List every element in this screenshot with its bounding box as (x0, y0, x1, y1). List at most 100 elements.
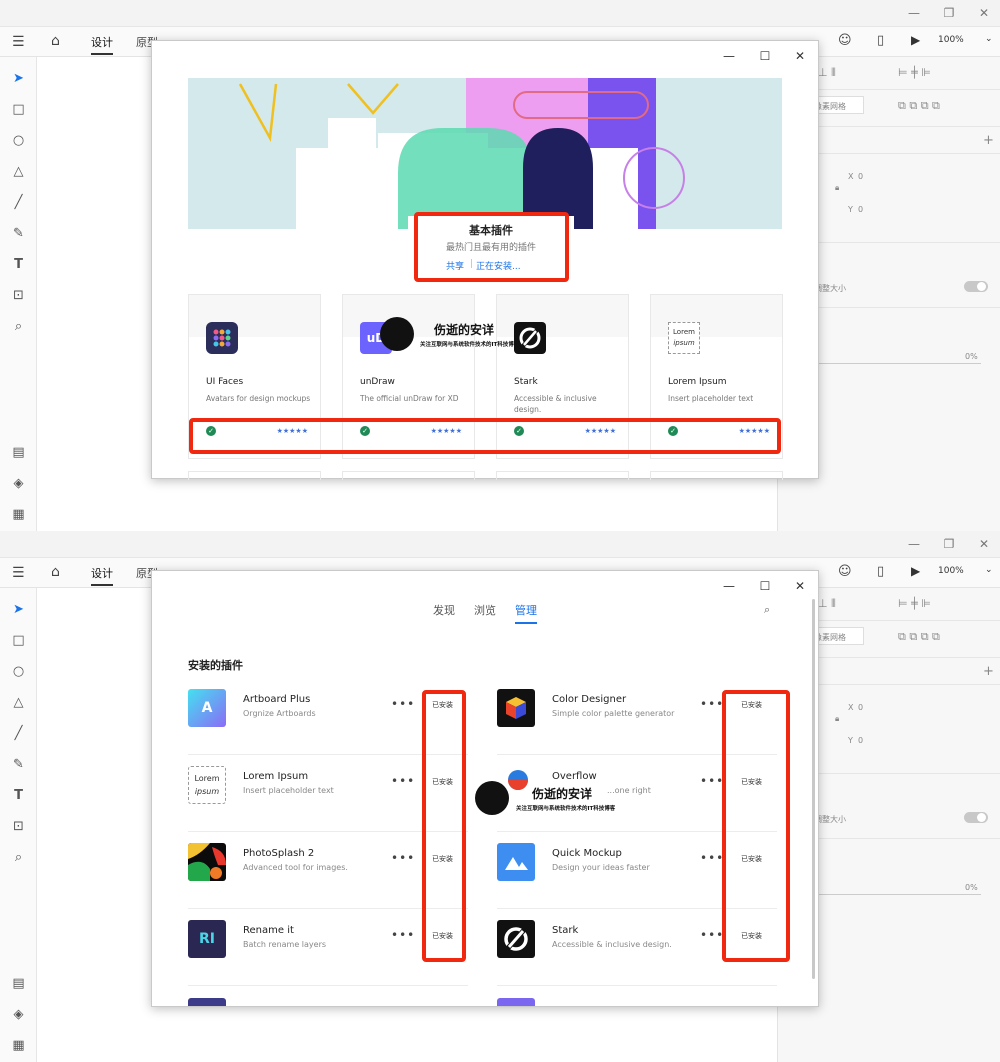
tool-bar: ➤ □ ○ △ ╱ ✎ T ⊡ ⌕ ▤ ◈ ▦ (0, 588, 37, 1062)
resize-toggle[interactable] (964, 281, 988, 292)
artboard-tool-icon[interactable]: ⊡ (11, 819, 26, 834)
tab-design[interactable]: 设计 (91, 34, 113, 55)
triangle-tool-icon[interactable]: △ (11, 164, 26, 179)
text-tool-icon[interactable]: T (11, 257, 26, 272)
search-icon[interactable]: ⌕ (764, 603, 770, 617)
plugin-desc: Design your ideas faster (552, 863, 650, 872)
boolean-ops-icon[interactable]: ⧉ ⧉ ⧉ ⧉ (898, 99, 940, 113)
play-icon[interactable]: ▶ (911, 33, 920, 47)
dialog-minimize-icon[interactable]: — (722, 579, 736, 593)
dialog-maximize-icon[interactable]: ☐ (758, 579, 772, 593)
title-bar: — ❐ ✕ (0, 0, 1000, 27)
lock-icon[interactable]: 🔒︎ (835, 183, 839, 193)
restore-icon[interactable]: ❐ (941, 5, 957, 21)
y-label: Y (848, 736, 853, 745)
plugin-name: Artboard Plus (243, 694, 311, 705)
line-tool-icon[interactable]: ╱ (11, 726, 26, 741)
plugin-name: Rename it (243, 925, 294, 936)
pen-tool-icon[interactable]: ✎ (11, 757, 26, 772)
distribute-icon[interactable]: ⊨ ╪ ⊫ (898, 66, 931, 79)
add-icon[interactable]: + (983, 133, 994, 148)
home-icon[interactable]: ⌂ (51, 33, 60, 49)
layers-icon[interactable]: ◈ (11, 476, 26, 491)
opacity-value[interactable]: 0% (965, 883, 978, 892)
watermark-subtitle: 关注互联网与系统软件技术的IT科技博客 (420, 342, 520, 348)
minimize-icon[interactable]: — (906, 536, 922, 552)
user-icon[interactable]: ☺ (838, 33, 852, 48)
zoom-level[interactable]: 100% (938, 566, 964, 576)
play-icon[interactable]: ▶ (911, 564, 920, 578)
select-tool-icon[interactable]: ➤ (11, 71, 26, 86)
plugins-icon[interactable]: ▦ (11, 1038, 26, 1053)
boolean-ops-icon[interactable]: ⧉ ⧉ ⧉ ⧉ (898, 630, 940, 644)
plugin-name: Stark (552, 925, 579, 936)
assets-icon[interactable]: ▤ (11, 976, 26, 991)
home-icon[interactable]: ⌂ (51, 564, 60, 580)
stark-icon (497, 920, 535, 958)
lock-icon[interactable]: 🔒︎ (835, 714, 839, 724)
hamburger-menu-icon[interactable]: ☰ (12, 34, 25, 50)
triangle-tool-icon[interactable]: △ (11, 695, 26, 710)
more-options-icon[interactable]: ••• (700, 928, 724, 942)
card-desc: The official unDraw for XD (360, 394, 459, 403)
tab-design[interactable]: 设计 (91, 565, 113, 586)
hamburger-menu-icon[interactable]: ☰ (12, 565, 25, 581)
user-icon[interactable]: ☺ (838, 564, 852, 579)
zoom-level[interactable]: 100% (938, 35, 964, 45)
plugin-name: Quick Mockup (552, 848, 622, 859)
distribute-icon[interactable]: ⊨ ╪ ⊫ (898, 597, 931, 610)
resize-toggle[interactable] (964, 812, 988, 823)
close-icon[interactable]: ✕ (976, 5, 992, 21)
minimize-icon[interactable]: — (906, 5, 922, 21)
section-title: 安装的插件 (188, 659, 243, 672)
y-value[interactable]: 0 (858, 736, 863, 745)
more-options-icon[interactable]: ••• (700, 851, 724, 865)
dialog-maximize-icon[interactable]: ☐ (758, 49, 772, 63)
dialog-minimize-icon[interactable]: — (722, 49, 736, 63)
assets-icon[interactable]: ▤ (11, 445, 26, 460)
tab-manage[interactable]: 管理 (515, 602, 537, 624)
tab-discover[interactable]: 发现 (433, 602, 455, 618)
next-plugin-icon (188, 998, 226, 1006)
pen-tool-icon[interactable]: ✎ (11, 226, 26, 241)
ellipse-tool-icon[interactable]: ○ (11, 664, 26, 679)
more-options-icon[interactable]: ••• (391, 928, 415, 942)
x-value[interactable]: 0 (858, 703, 863, 712)
add-icon[interactable]: + (983, 664, 994, 679)
more-options-icon[interactable]: ••• (700, 697, 724, 711)
select-tool-icon[interactable]: ➤ (11, 602, 26, 617)
zoom-chevron-icon[interactable]: ⌄ (985, 34, 993, 44)
mobile-preview-icon[interactable]: ▯ (877, 564, 884, 579)
close-icon[interactable]: ✕ (976, 536, 992, 552)
plugin-desc: Orgnize Artboards (243, 709, 316, 718)
layers-icon[interactable]: ◈ (11, 1007, 26, 1022)
plugin-desc: Accessible & inclusive design. (552, 940, 672, 949)
rectangle-tool-icon[interactable]: □ (11, 633, 26, 648)
mobile-preview-icon[interactable]: ▯ (877, 33, 884, 48)
y-value[interactable]: 0 (858, 205, 863, 214)
align-icon[interactable]: ⊥ ⫴ (818, 597, 836, 611)
plugin-name: Color Designer (552, 694, 627, 705)
zoom-tool-icon[interactable]: ⌕ (11, 850, 26, 865)
opacity-value[interactable]: 0% (965, 352, 978, 361)
text-tool-icon[interactable]: T (11, 788, 26, 803)
dialog-close-icon[interactable]: ✕ (793, 49, 807, 63)
more-options-icon[interactable]: ••• (391, 851, 415, 865)
ellipse-tool-icon[interactable]: ○ (11, 133, 26, 148)
x-value[interactable]: 0 (858, 172, 863, 181)
restore-icon[interactable]: ❐ (941, 536, 957, 552)
more-options-icon[interactable]: ••• (391, 697, 415, 711)
tool-bar: ➤ □ ○ △ ╱ ✎ T ⊡ ⌕ ▤ ◈ ▦ (0, 57, 37, 531)
scrollbar[interactable] (812, 599, 815, 979)
artboard-tool-icon[interactable]: ⊡ (11, 288, 26, 303)
line-tool-icon[interactable]: ╱ (11, 195, 26, 210)
dialog-close-icon[interactable]: ✕ (793, 579, 807, 593)
align-icon[interactable]: ⊥ ⫴ (818, 66, 836, 80)
more-options-icon[interactable]: ••• (391, 774, 415, 788)
zoom-chevron-icon[interactable]: ⌄ (985, 565, 993, 575)
more-options-icon[interactable]: ••• (700, 774, 724, 788)
tab-browse[interactable]: 浏览 (474, 602, 496, 618)
zoom-tool-icon[interactable]: ⌕ (11, 319, 26, 334)
rectangle-tool-icon[interactable]: □ (11, 102, 26, 117)
plugins-icon[interactable]: ▦ (11, 507, 26, 522)
